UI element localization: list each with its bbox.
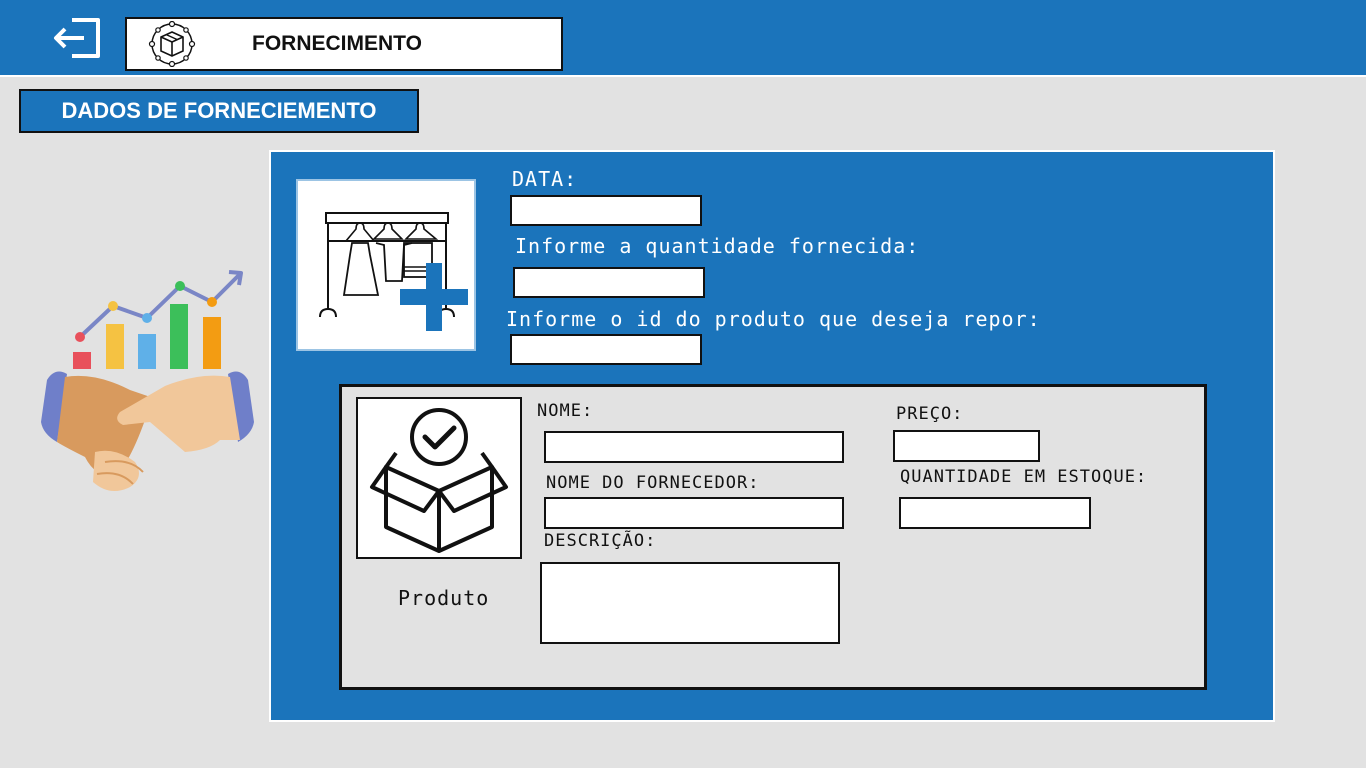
data-input[interactable] [510,195,702,226]
product-card: Produto NOME: NOME DO FORNECEDOR: DESCRI… [339,384,1207,690]
fornecedor-input[interactable] [544,497,844,529]
top-bar: FORNECIMENTO [0,0,1366,77]
form-panel: DATA: Informe a quantidade fornecida: In… [269,150,1275,722]
estoque-input[interactable] [899,497,1091,529]
page-title: FORNECIMENTO [252,32,422,55]
descricao-textarea[interactable] [540,562,840,644]
data-label: DATA: [512,167,578,191]
nome-input[interactable] [544,431,844,463]
page-title-box: FORNECIMENTO [125,17,563,71]
estoque-label: QUANTIDADE EM ESTOQUE: [900,467,1148,487]
descricao-label: DESCRIÇÃO: [544,531,657,551]
logout-icon[interactable] [50,14,104,62]
nome-label: NOME: [537,401,594,421]
product-caption: Produto [398,586,490,610]
clothes-rack-add-icon [296,179,476,351]
quantidade-input[interactable] [513,267,705,298]
quantidade-label: Informe a quantidade fornecida: [515,234,920,258]
id-produto-label: Informe o id do produto que deseja repor… [506,307,1041,331]
handshake-chart-icon [35,262,260,512]
fornecedor-label: NOME DO FORNECEDOR: [546,473,760,493]
section-title: DADOS DE FORNECIEMENTO [19,89,419,133]
preco-label: PREÇO: [896,404,964,424]
preco-input[interactable] [893,430,1040,462]
box-network-icon [147,20,197,68]
id-produto-input[interactable] [510,334,702,365]
box-check-icon [356,397,522,559]
